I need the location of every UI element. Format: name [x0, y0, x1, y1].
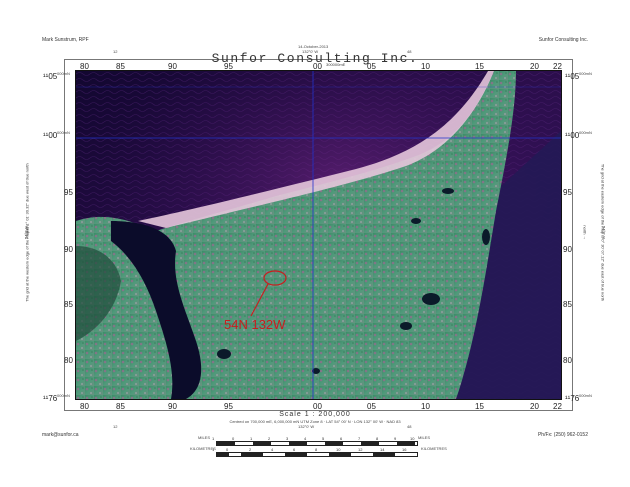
- northing-right-80: 80: [563, 356, 572, 365]
- km-scale-bar: [216, 452, 418, 457]
- northing-right-top: ¹¹05: [565, 72, 580, 81]
- bottom-tick-right: 48: [407, 424, 412, 429]
- contact-phone: Ph/Fx: (250) 962-0152: [537, 432, 588, 438]
- map-imagery: [76, 71, 561, 399]
- northing-left-mid: ¹¹00: [43, 131, 58, 140]
- easting-bottom-10: 10: [421, 402, 430, 411]
- left-north-arrow: ← north: [24, 225, 30, 240]
- northing-right-85: 85: [563, 300, 572, 309]
- right-north-arrow: north →: [582, 225, 588, 240]
- northing-left-bottom-sup: 000mN: [57, 393, 70, 398]
- easting-top-sup: 300000mE: [326, 62, 346, 67]
- northing-left-top: ¹¹05: [43, 72, 58, 81]
- projection-note: Centred on 700,000 mE, 6,000,000 mN UTM …: [229, 419, 401, 424]
- easting-bottom-85: 85: [116, 402, 125, 411]
- bottom-tick-left: 12: [113, 424, 118, 429]
- company-label: Sunfor Consulting Inc.: [538, 37, 588, 43]
- easting-bottom-90: 90: [168, 402, 177, 411]
- miles-label: MILES: [198, 435, 211, 440]
- easting-bottom-95: 95: [224, 402, 233, 411]
- right-lat-label: 54°0' N: [601, 225, 607, 240]
- annotation-label: 54N 132W: [224, 317, 286, 332]
- corner-br-label: 22: [553, 402, 562, 411]
- easting-bottom-05: 05: [367, 402, 376, 411]
- northing-right-bottom: ¹¹76: [565, 394, 580, 403]
- contact-email[interactable]: mark@sunfor.ca: [42, 432, 78, 438]
- northing-left-90: 90: [64, 245, 73, 254]
- satellite-map[interactable]: 54N 132W: [75, 70, 562, 400]
- northing-right-mid-sup: 000mN: [579, 130, 592, 135]
- km-unit: KILOMETRES: [421, 446, 447, 451]
- northing-right-bottom-sup: 000mN: [579, 393, 592, 398]
- bottom-coord: 132°0' W: [298, 424, 315, 429]
- northing-left-95: 95: [64, 188, 73, 197]
- miles-unit: MILES: [418, 435, 431, 440]
- northing-left-80: 80: [64, 356, 73, 365]
- northing-right-top-sup: 000mN: [579, 71, 592, 76]
- miles-scale-bar: [216, 441, 418, 446]
- easting-bottom-20: 20: [530, 402, 539, 411]
- corner-bl-label: 80: [80, 402, 89, 411]
- author-label: Mark Sunstrum, RPF: [42, 37, 89, 43]
- northing-left-mid-sup: 000mN: [57, 130, 70, 135]
- northing-right-90: 90: [563, 245, 572, 254]
- northing-left-bottom: ¹¹76: [43, 394, 58, 403]
- scale-label: Scale 1 : 200,000: [279, 411, 351, 418]
- northing-left-top-sup: 000mN: [57, 71, 70, 76]
- easting-bottom-15: 15: [475, 402, 484, 411]
- northing-left-85: 85: [64, 300, 73, 309]
- northing-right-mid: ¹¹00: [565, 131, 580, 140]
- easting-bottom-00: 00: [313, 402, 322, 411]
- northing-right-95: 95: [563, 188, 572, 197]
